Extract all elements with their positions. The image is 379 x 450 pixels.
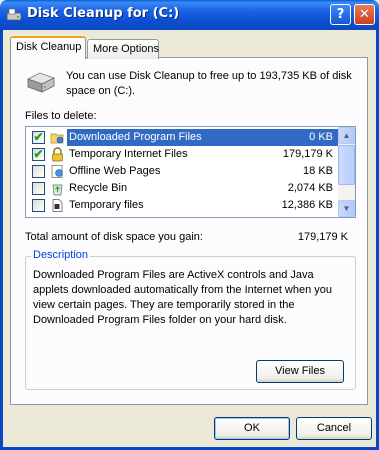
- file-size: 179,179 K: [282, 148, 333, 160]
- list-item[interactable]: ✔ Downloaded Program Files 0 KB: [26, 129, 343, 146]
- check-mark: ✔: [33, 130, 44, 144]
- list-item[interactable]: ✔ Temporary Internet Files 179,179 K: [26, 146, 339, 163]
- file-name: Recycle Bin: [69, 182, 128, 194]
- list-item[interactable]: Recycle Bin 2,074 KB: [26, 180, 339, 197]
- file-size: 18 KB: [303, 165, 333, 177]
- file-size: 2,074 KB: [287, 182, 333, 194]
- total-space-value: 179,179 K: [297, 231, 348, 243]
- intro-text: You can use Disk Cleanup to free up to 1…: [66, 70, 352, 97]
- title-bar[interactable]: Disk Cleanup for (C:) ? ✕: [0, 0, 379, 30]
- file-name: Downloaded Program Files: [67, 129, 343, 146]
- check-mark: ✔: [33, 147, 44, 161]
- window-title: Disk Cleanup for (C:): [27, 6, 180, 21]
- disk-cleanup-icon: [6, 8, 22, 21]
- file-icon: [52, 199, 63, 212]
- close-button[interactable]: ✕: [354, 4, 375, 25]
- description-title: Description: [31, 249, 91, 261]
- checkbox[interactable]: [32, 182, 45, 195]
- web-page-icon: [51, 165, 63, 178]
- file-name: Temporary files: [69, 199, 144, 211]
- view-files-button[interactable]: View Files: [256, 360, 344, 383]
- description-text: Downloaded Program Files are ActiveX con…: [33, 269, 333, 326]
- files-list[interactable]: ✔ Downloaded Program Files 0 KB ✔ Tempor…: [25, 126, 356, 218]
- cancel-button[interactable]: Cancel: [296, 417, 372, 440]
- total-space-label: Total amount of disk space you gain:: [25, 231, 203, 243]
- file-name: Offline Web Pages: [69, 165, 161, 177]
- checkbox[interactable]: [32, 199, 45, 212]
- ok-button[interactable]: OK: [214, 417, 290, 440]
- tab-more-options[interactable]: More Options: [87, 39, 159, 59]
- list-item[interactable]: Offline Web Pages 18 KB: [26, 163, 339, 180]
- file-size: 0 KB: [309, 129, 339, 146]
- scroll-up-button[interactable]: ▲: [338, 127, 355, 144]
- window-frame-left: [0, 30, 3, 450]
- files-to-delete-label: Files to delete:: [25, 110, 97, 122]
- lock-icon: [52, 147, 63, 162]
- checkbox[interactable]: ✔: [32, 131, 45, 144]
- file-size: 12,386 KB: [281, 199, 333, 211]
- tab-disk-cleanup[interactable]: Disk Cleanup: [10, 36, 86, 59]
- file-name: Temporary Internet Files: [69, 148, 188, 160]
- list-item[interactable]: Temporary files 12,386 KB: [26, 197, 339, 214]
- scroll-down-button[interactable]: ▼: [338, 200, 355, 217]
- list-scrollbar[interactable]: ▲ ▼: [338, 127, 355, 217]
- hard-disk-icon: [26, 72, 56, 93]
- checkbox[interactable]: [32, 165, 45, 178]
- scroll-thumb[interactable]: [338, 145, 355, 185]
- checkbox[interactable]: ✔: [32, 148, 45, 161]
- help-button[interactable]: ?: [330, 4, 351, 25]
- folder-globe-icon: [50, 133, 64, 144]
- recycle-bin-icon: [52, 184, 63, 196]
